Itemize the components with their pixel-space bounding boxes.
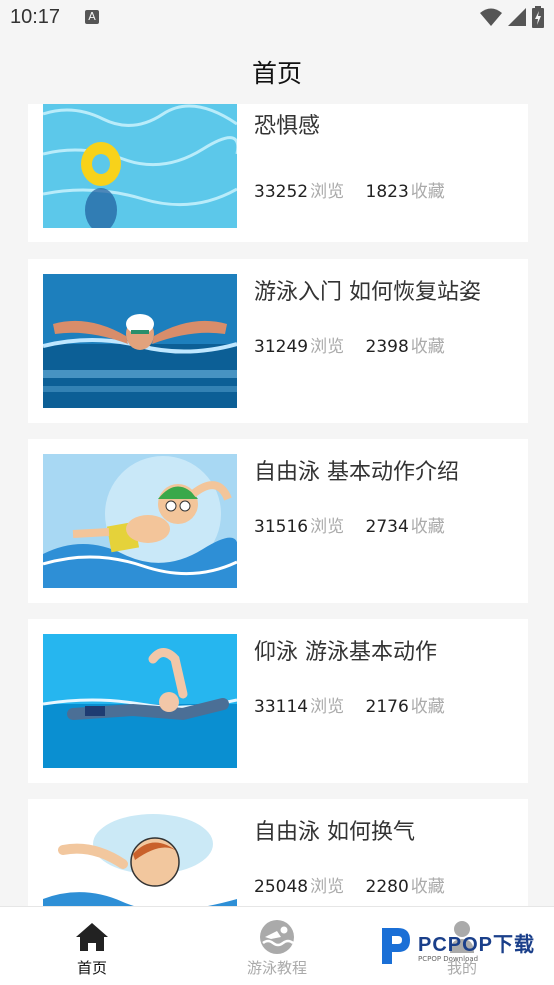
article-thumbnail-cartoon-freestyle — [43, 454, 237, 588]
article-thumbnail-breathing — [43, 814, 237, 906]
article-card[interactable]: 自由泳 基本动作介绍 31516 浏览 2734 收藏 — [28, 439, 528, 603]
article-list[interactable]: 游泳入门 如何克服对水的恐惧感 33252浏览 1823收藏 游泳入门 如何恢复… — [0, 104, 554, 906]
battery-icon — [532, 6, 544, 28]
app-bar: 首页 — [0, 36, 554, 104]
status-time: 10:17 — [10, 6, 61, 28]
view-count: 25048 — [254, 877, 309, 897]
article-card[interactable]: 游泳入门 如何克服对水的恐惧感 33252浏览 1823收藏 — [28, 104, 528, 242]
article-thumbnail-butterfly — [43, 274, 237, 408]
fav-count: 2176 — [365, 697, 409, 717]
view-unit: 浏览 — [310, 697, 345, 717]
watermark: PCPOP下载 PCPOP Download — [378, 924, 535, 966]
article-card[interactable]: 仰泳 游泳基本动作 33114 浏览 2176 收藏 — [28, 619, 528, 783]
tab-label: 首页 — [76, 959, 107, 977]
fav-unit: 收藏 — [410, 517, 445, 537]
article-stats: 31516 浏览 2734 收藏 — [254, 512, 445, 537]
article-stats: 33252 浏览 1823 收藏 — [254, 177, 445, 202]
fav-unit: 收藏 — [410, 697, 445, 717]
article-card[interactable]: 游泳入门 如何恢复站姿 31249 浏览 2398 收藏 — [28, 259, 528, 423]
view-unit: 浏览 — [310, 182, 345, 202]
article-thumbnail-float-ring — [43, 104, 237, 228]
article-title: 游泳入门 如何恢复站姿 — [254, 280, 481, 305]
article-stats: 33114 浏览 2176 收藏 — [254, 692, 445, 717]
article-thumbnail-backstroke — [43, 634, 237, 768]
signal-icon — [508, 8, 526, 26]
view-count: 31249 — [254, 337, 309, 357]
tab-label: 游泳教程 — [246, 959, 307, 977]
fav-count: 2734 — [365, 517, 409, 537]
fav-count: 2280 — [365, 877, 409, 897]
article-stats: 31249 浏览 2398 收藏 — [254, 332, 445, 357]
view-unit: 浏览 — [310, 337, 345, 357]
swim-icon — [260, 920, 294, 954]
status-bar: 10:17 A — [0, 0, 554, 36]
tab-home[interactable]: 首页 — [0, 907, 184, 985]
fav-unit: 收藏 — [410, 182, 445, 202]
home-icon — [76, 923, 108, 951]
article-stats: 25048 浏览 2280 收藏 — [254, 872, 445, 897]
fav-unit: 收藏 — [410, 337, 445, 357]
view-unit: 浏览 — [310, 877, 345, 897]
article-title: 自由泳 基本动作介绍 — [254, 460, 459, 485]
status-icons — [480, 6, 544, 28]
view-count: 33252 — [254, 182, 309, 202]
article-title: 游泳入门 如何克服对水的恐惧感 — [254, 104, 503, 139]
view-count: 31516 — [254, 517, 309, 537]
wifi-icon — [480, 8, 502, 26]
fav-count: 2398 — [365, 337, 409, 357]
article-title: 仰泳 游泳基本动作 — [254, 640, 437, 665]
view-count: 33114 — [254, 697, 309, 717]
pcpop-logo-icon — [382, 928, 410, 964]
article-title: 自由泳 如何换气 — [254, 820, 415, 845]
fav-unit: 收藏 — [410, 877, 445, 897]
notification-a-icon: A — [85, 10, 99, 24]
page-title: 首页 — [251, 59, 302, 88]
view-unit: 浏览 — [310, 517, 345, 537]
watermark-brand: PCPOP下载 — [418, 933, 536, 956]
tab-swim-tutorial[interactable]: 游泳教程 — [185, 907, 369, 985]
article-card[interactable]: 自由泳 如何换气 25048 浏览 2280 收藏 — [28, 799, 528, 906]
fav-count: 1823 — [365, 182, 409, 202]
